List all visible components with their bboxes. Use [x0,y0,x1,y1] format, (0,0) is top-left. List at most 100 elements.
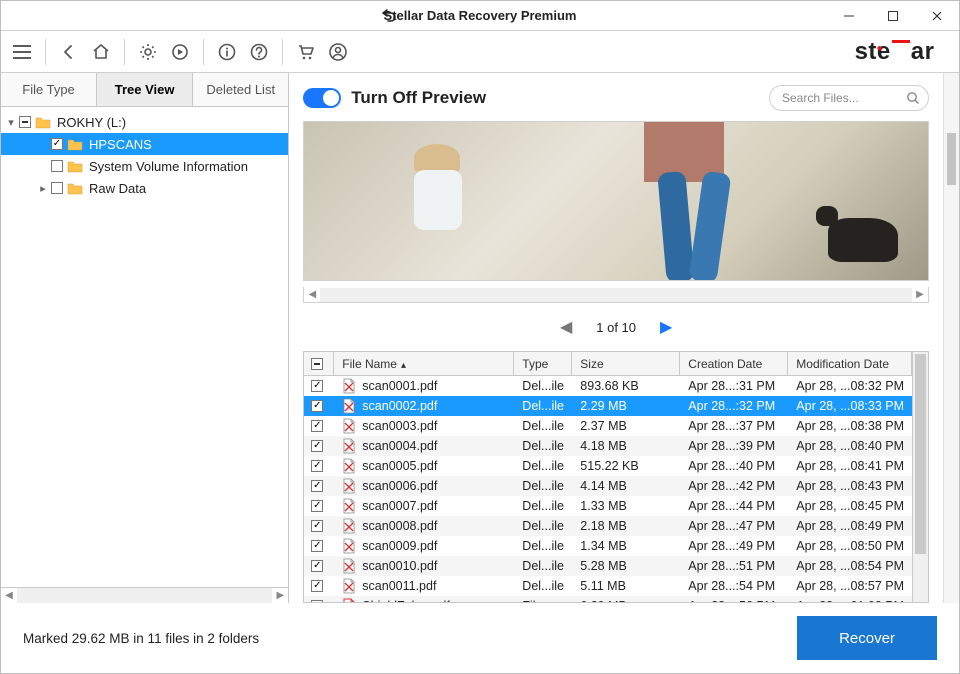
maximize-button[interactable] [871,1,915,31]
tree-root[interactable]: ▾ ROKHY (L:) [1,111,288,133]
preview-bar: Turn Off Preview Search Files... [303,85,929,111]
column-header-modification-date[interactable]: Modification Date [788,352,912,375]
tree-horizontal-scrollbar[interactable]: ◀ ▶ [1,587,288,603]
scroll-track[interactable] [320,288,912,302]
file-row[interactable]: scan0002.pdfDel...ile2.29 MBApr 28...:32… [304,396,912,416]
file-row[interactable]: scan0003.pdfDel...ile2.37 MBApr 28...:37… [304,416,912,436]
file-icon [342,558,356,574]
file-type: Del...ile [514,379,572,393]
checkbox[interactable] [51,160,63,172]
expand-icon[interactable]: ▸ [37,182,49,195]
home-button[interactable] [86,37,116,67]
column-header-size[interactable]: Size [572,352,680,375]
row-checkbox[interactable] [311,460,323,472]
row-checkbox[interactable] [311,440,323,452]
checkbox[interactable] [51,182,63,194]
cart-button[interactable] [291,37,321,67]
tab-file-type[interactable]: File Type [1,73,97,106]
user-button[interactable] [323,37,353,67]
preview-horizontal-scrollbar[interactable]: ◀ ▶ [303,287,929,303]
file-size: 5.28 MB [572,559,680,573]
file-icon [342,578,356,594]
undo-icon[interactable] [381,7,397,23]
file-row[interactable]: scan0001.pdfDel...ile893.68 KBApr 28...:… [304,376,912,396]
scroll-left-icon[interactable]: ◀ [304,289,320,300]
resume-recovery-button[interactable] [165,37,195,67]
file-icon [342,518,356,534]
file-modification-date: Apr 28, ...08:32 PM [788,379,912,393]
folder-tree[interactable]: ▾ ROKHY (L:) HPSCANS System Volume Inform… [1,107,288,587]
file-size: 515.22 KB [572,459,680,473]
scroll-track[interactable] [17,588,272,603]
checkbox[interactable] [19,116,31,128]
file-type: Del...ile [514,479,572,493]
minimize-button[interactable] [827,1,871,31]
panel-vertical-scrollbar[interactable] [943,73,959,603]
row-checkbox[interactable] [311,520,323,532]
tree-item[interactable]: ▸ Raw Data [1,177,288,199]
titlebar: Stellar Data Recovery Premium [1,1,959,31]
grid-vertical-scrollbar[interactable] [912,352,928,602]
pager-next-button[interactable]: ▶ [660,317,672,337]
scroll-right-icon[interactable]: ▶ [912,289,928,300]
row-checkbox[interactable] [311,500,323,512]
collapse-icon[interactable]: ▾ [5,116,17,129]
menu-button[interactable] [7,37,37,67]
scroll-left-icon[interactable]: ◀ [1,588,17,603]
file-modification-date: Apr 28, ...08:33 PM [788,399,912,413]
file-row[interactable]: scan0010.pdfDel...ile5.28 MBApr 28...:51… [304,556,912,576]
file-name: scan0002.pdf [362,399,437,413]
column-header-creation-date[interactable]: Creation Date [680,352,788,375]
tree-item[interactable]: HPSCANS [1,133,288,155]
pager-prev-button[interactable]: ◀ [560,317,572,337]
search-input[interactable]: Search Files... [769,85,929,111]
settings-button[interactable] [133,37,163,67]
select-all-checkbox[interactable] [304,352,334,375]
file-row[interactable]: scan0007.pdfDel...ile1.33 MBApr 28...:44… [304,496,912,516]
tree-label: ROKHY (L:) [57,115,126,130]
row-checkbox[interactable] [311,540,323,552]
tree-label: System Volume Information [89,159,248,174]
file-size: 1.34 MB [572,539,680,553]
row-checkbox[interactable] [311,420,323,432]
app-title: Stellar Data Recovery Premium [384,8,577,23]
grid-header: File Name Type Size Creation Date Modifi… [304,352,912,376]
preview-toggle[interactable] [303,88,341,108]
file-creation-date: Apr 28...:39 PM [680,439,788,453]
close-button[interactable] [915,1,959,31]
right-panel: Turn Off Preview Search Files... ◀ ▶ ◀ 1… [289,73,959,603]
file-creation-date: Apr 28...:40 PM [680,459,788,473]
recover-button[interactable]: Recover [797,616,937,660]
tree-label: Raw Data [89,181,146,196]
file-row[interactable]: scan0009.pdfDel...ile1.34 MBApr 28...:49… [304,536,912,556]
tab-tree-view[interactable]: Tree View [97,73,193,106]
file-modification-date: Apr 28, ...08:38 PM [788,419,912,433]
file-type: Del...ile [514,459,572,473]
row-checkbox[interactable] [311,380,323,392]
file-creation-date: Apr 28...:56 PM [680,599,788,602]
row-checkbox[interactable] [311,600,323,602]
row-checkbox[interactable] [311,560,323,572]
row-checkbox[interactable] [311,400,323,412]
tab-deleted-list[interactable]: Deleted List [193,73,288,106]
column-header-name[interactable]: File Name [334,352,514,375]
file-icon [342,458,356,474]
row-checkbox[interactable] [311,480,323,492]
scroll-right-icon[interactable]: ▶ [272,588,288,603]
file-row[interactable]: scan0006.pdfDel...ile4.14 MBApr 28...:42… [304,476,912,496]
file-name: scan0001.pdf [362,379,437,393]
tree-item[interactable]: System Volume Information [1,155,288,177]
file-row[interactable]: ShieldFaber.pdfFile6.29 MBApr 28...:56 P… [304,596,912,602]
column-header-type[interactable]: Type [514,352,572,375]
back-button[interactable] [54,37,84,67]
file-row[interactable]: scan0004.pdfDel...ile4.18 MBApr 28...:39… [304,436,912,456]
checkbox[interactable] [51,138,63,150]
file-row[interactable]: scan0011.pdfDel...ile5.11 MBApr 28...:54… [304,576,912,596]
info-button[interactable] [212,37,242,67]
file-row[interactable]: scan0008.pdfDel...ile2.18 MBApr 28...:47… [304,516,912,536]
grid-body[interactable]: scan0001.pdfDel...ile893.68 KBApr 28...:… [304,376,912,602]
file-row[interactable]: scan0005.pdfDel...ile515.22 KBApr 28...:… [304,456,912,476]
help-button[interactable] [244,37,274,67]
brand-logo: stear● [855,38,941,66]
row-checkbox[interactable] [311,580,323,592]
